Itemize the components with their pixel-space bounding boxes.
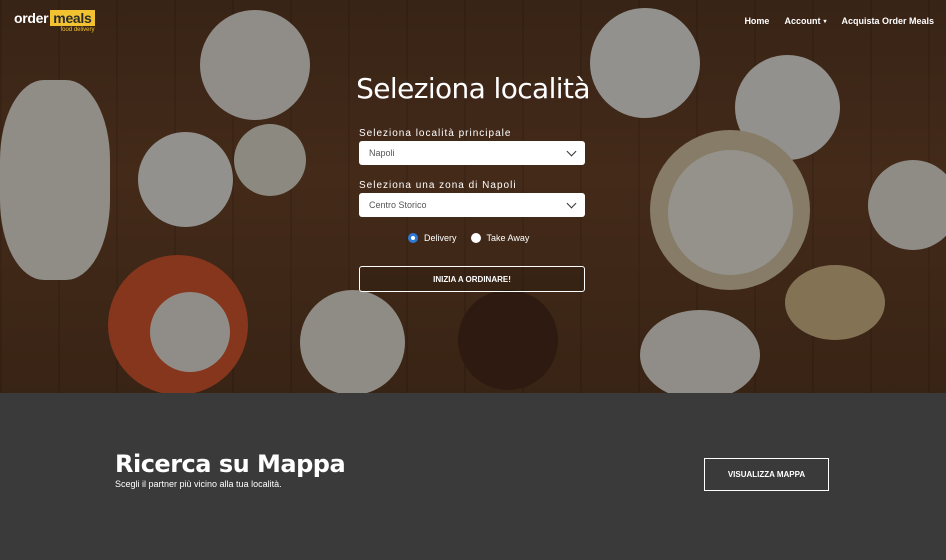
radio-unchecked-icon[interactable]: [470, 233, 481, 243]
city-label: Seleziona località principale: [359, 128, 512, 139]
view-map-button[interactable]: VISUALIZZA MAPPA: [704, 458, 829, 491]
page-title: Seleziona località: [356, 72, 590, 105]
nav-account-label: Account: [784, 16, 821, 26]
zone-select[interactable]: Centro Storico: [359, 193, 585, 217]
nav-account[interactable]: Account ▾: [784, 16, 826, 26]
logo-word-order: order: [14, 10, 49, 26]
map-title: Ricerca su Mappa: [115, 450, 346, 478]
map-subtitle: Scegli il partner più vicino alla tua lo…: [115, 479, 282, 489]
zone-select-value: Centro Storico: [369, 200, 427, 210]
nav-buy[interactable]: Acquista Order Meals: [841, 16, 934, 26]
radio-takeaway[interactable]: Take Away: [470, 233, 530, 243]
chevron-down-icon: [566, 198, 577, 208]
radio-delivery[interactable]: Delivery: [408, 233, 457, 243]
zone-label: Seleziona una zona di Napoli: [359, 180, 517, 191]
city-select-value: Napoli: [369, 148, 395, 158]
map-section: Ricerca su Mappa Scegli il partner più v…: [0, 393, 946, 560]
start-order-button[interactable]: INIZIA A ORDINARE!: [359, 266, 585, 292]
chevron-down-icon: ▾: [823, 18, 827, 25]
radio-takeaway-label: Take Away: [486, 233, 530, 243]
top-nav: Home Account ▾ Acquista Order Meals: [744, 16, 934, 26]
radio-delivery-label: Delivery: [424, 233, 457, 243]
chevron-down-icon: [566, 146, 577, 156]
order-mode-group: Delivery Take Away: [408, 233, 529, 243]
logo-word-meals: meals: [50, 10, 95, 26]
city-select[interactable]: Napoli: [359, 141, 585, 165]
brand-logo[interactable]: order meals food delivery: [14, 10, 95, 33]
logo-tagline: food delivery: [60, 27, 95, 33]
radio-checked-icon[interactable]: [408, 233, 418, 243]
hero-section: order meals food delivery Home Account ▾ …: [0, 0, 946, 393]
nav-home[interactable]: Home: [744, 16, 769, 26]
